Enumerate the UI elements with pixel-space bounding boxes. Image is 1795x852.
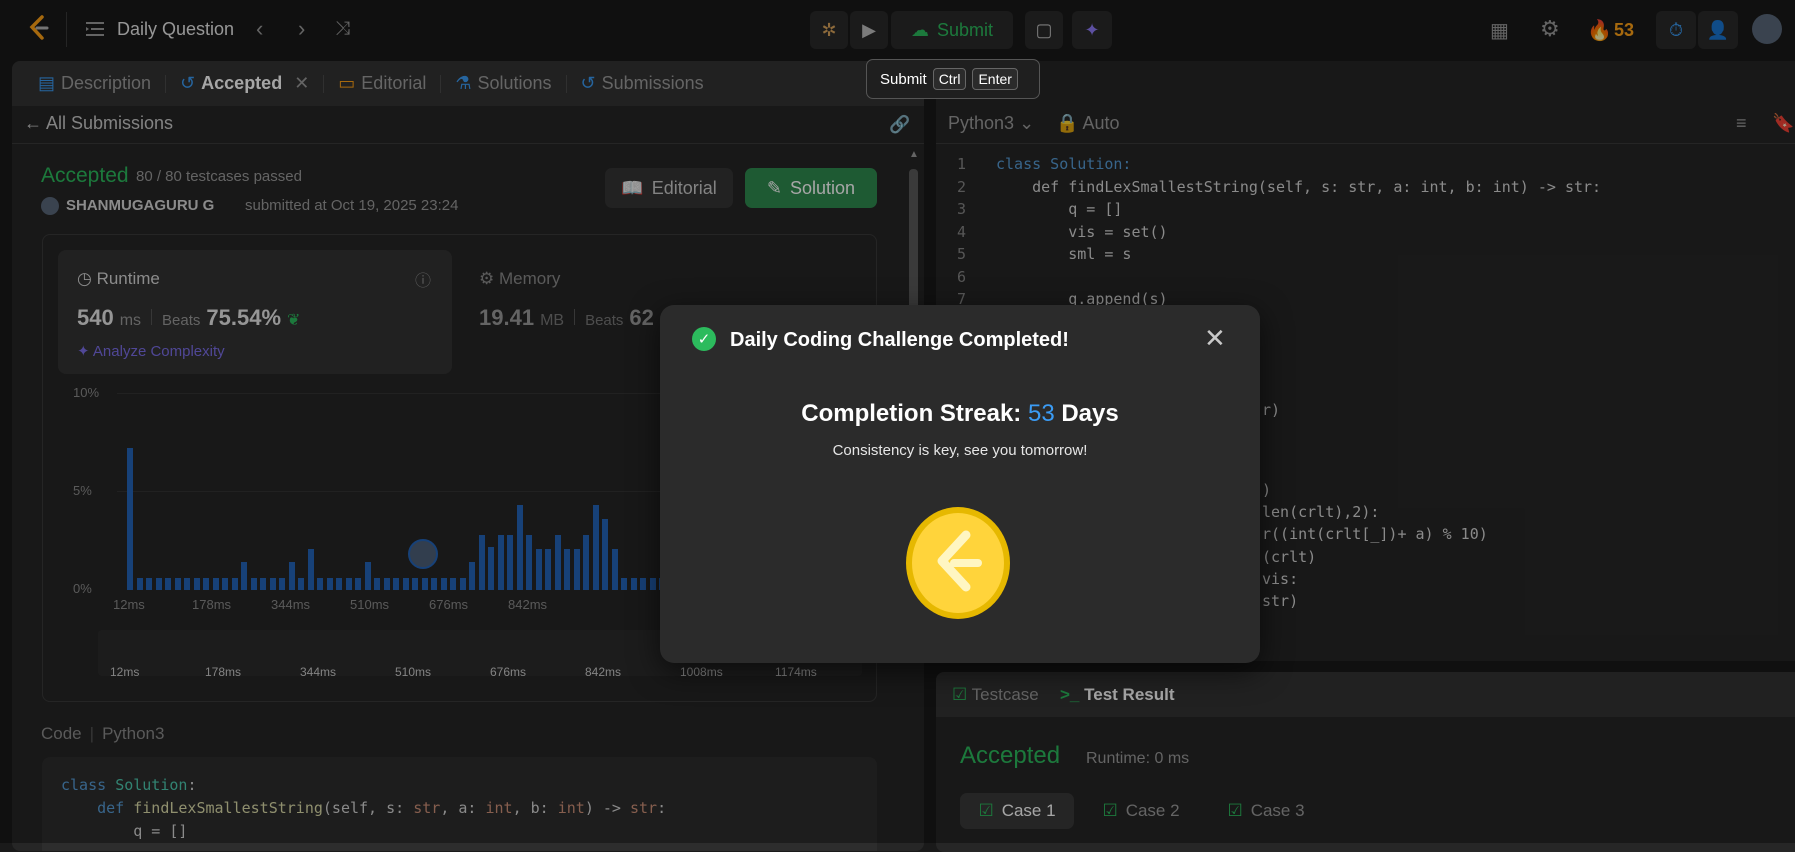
streak-value: 53 (1027, 400, 1055, 427)
coin-badge-icon (904, 505, 1012, 621)
close-icon[interactable]: ✕ (1204, 323, 1226, 354)
modal-message: Consistency is key, see you tomorrow! (832, 442, 1088, 459)
daily-challenge-modal: ✓ Daily Coding Challenge Completed! ✕ Co… (660, 305, 1260, 663)
submit-tooltip: Submit Ctrl Enter (866, 59, 1040, 99)
check-circle-icon: ✓ (692, 327, 716, 351)
streak-line: Completion Streak: 53 Days (801, 400, 1119, 427)
modal-title: Daily Coding Challenge Completed! (730, 329, 1069, 351)
